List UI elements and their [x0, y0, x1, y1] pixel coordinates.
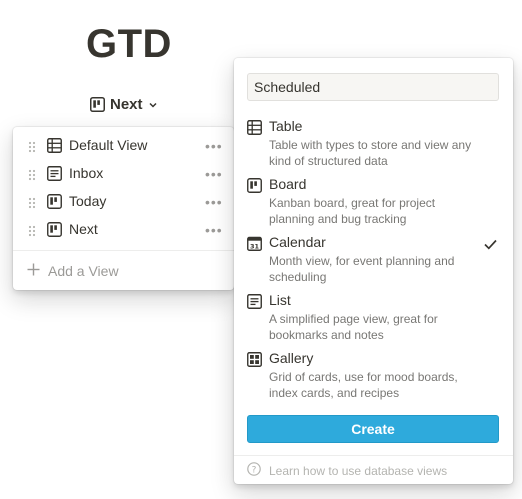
- view-type-description: Kanban board, great for project planning…: [269, 196, 436, 226]
- view-type-table[interactable]: Table Table with types to store and view…: [234, 117, 513, 173]
- view-item-label: Today: [69, 193, 107, 209]
- table-icon: [47, 138, 62, 158]
- create-button[interactable]: Create: [247, 415, 499, 443]
- view-item-label: Inbox: [69, 165, 104, 181]
- view-item-next[interactable]: Next •••: [13, 216, 234, 244]
- board-icon: [47, 222, 62, 242]
- calendar-icon: 31: [247, 236, 262, 256]
- view-type-description: Month view, for event planning and sched…: [269, 254, 455, 284]
- more-icon[interactable]: •••: [205, 194, 223, 210]
- gallery-icon: [247, 352, 262, 372]
- view-type-name: Table: [269, 118, 303, 134]
- list-icon: [47, 166, 62, 186]
- view-type-description: Table with types to store and view any k…: [269, 138, 472, 168]
- more-icon[interactable]: •••: [205, 166, 223, 182]
- board-icon: [47, 194, 62, 214]
- board-icon: [247, 178, 262, 198]
- drag-handle-icon[interactable]: [28, 168, 36, 186]
- view-item-today[interactable]: Today •••: [13, 188, 234, 216]
- view-switcher-label: Next: [110, 96, 143, 113]
- drag-handle-icon[interactable]: [28, 196, 36, 214]
- view-type-name: Gallery: [269, 350, 314, 366]
- view-type-board[interactable]: Board Kanban board, great for project pl…: [234, 175, 513, 231]
- add-view-label: Add a View: [48, 263, 119, 279]
- plus-icon: [27, 263, 40, 279]
- menu-divider: [234, 455, 513, 456]
- create-view-menu: Table Table with types to store and view…: [234, 58, 513, 484]
- drag-handle-icon[interactable]: [28, 140, 36, 158]
- table-icon: [247, 120, 262, 140]
- view-type-name: List: [269, 292, 291, 308]
- page-title: GTD: [86, 22, 172, 66]
- drag-handle-icon[interactable]: [28, 224, 36, 242]
- view-type-description: A simplified page view, great for bookma…: [269, 312, 438, 342]
- chevron-down-icon: [148, 100, 158, 110]
- view-item-default-view[interactable]: Default View •••: [13, 132, 234, 160]
- view-name-input[interactable]: [247, 73, 499, 101]
- views-menu: Default View ••• Inbox ••• Today ••• Nex…: [13, 127, 234, 290]
- view-type-list[interactable]: List A simplified page view, great for b…: [234, 291, 513, 347]
- more-icon[interactable]: •••: [205, 222, 223, 238]
- view-item-inbox[interactable]: Inbox •••: [13, 160, 234, 188]
- menu-divider: [13, 250, 234, 251]
- view-type-name: Calendar: [269, 234, 326, 250]
- view-switcher[interactable]: Next: [90, 96, 158, 113]
- svg-text:31: 31: [250, 242, 260, 250]
- help-link-label: Learn how to use database views: [269, 463, 448, 478]
- view-type-name: Board: [269, 176, 307, 192]
- view-item-label: Default View: [69, 137, 148, 153]
- help-link[interactable]: ? Learn how to use database views: [247, 462, 447, 479]
- add-view-button[interactable]: Add a View: [27, 263, 119, 279]
- view-item-label: Next: [69, 221, 98, 237]
- svg-text:?: ?: [252, 465, 257, 475]
- help-icon: ?: [247, 462, 261, 479]
- view-type-gallery[interactable]: Gallery Grid of cards, use for mood boar…: [234, 349, 513, 405]
- view-type-description: Grid of cards, use for mood boards, inde…: [269, 370, 458, 400]
- more-icon[interactable]: •••: [205, 138, 223, 154]
- board-icon: [90, 97, 105, 112]
- view-type-calendar[interactable]: 31 Calendar Month view, for event planni…: [234, 233, 513, 289]
- list-icon: [247, 294, 262, 314]
- checkmark-icon: [484, 237, 497, 255]
